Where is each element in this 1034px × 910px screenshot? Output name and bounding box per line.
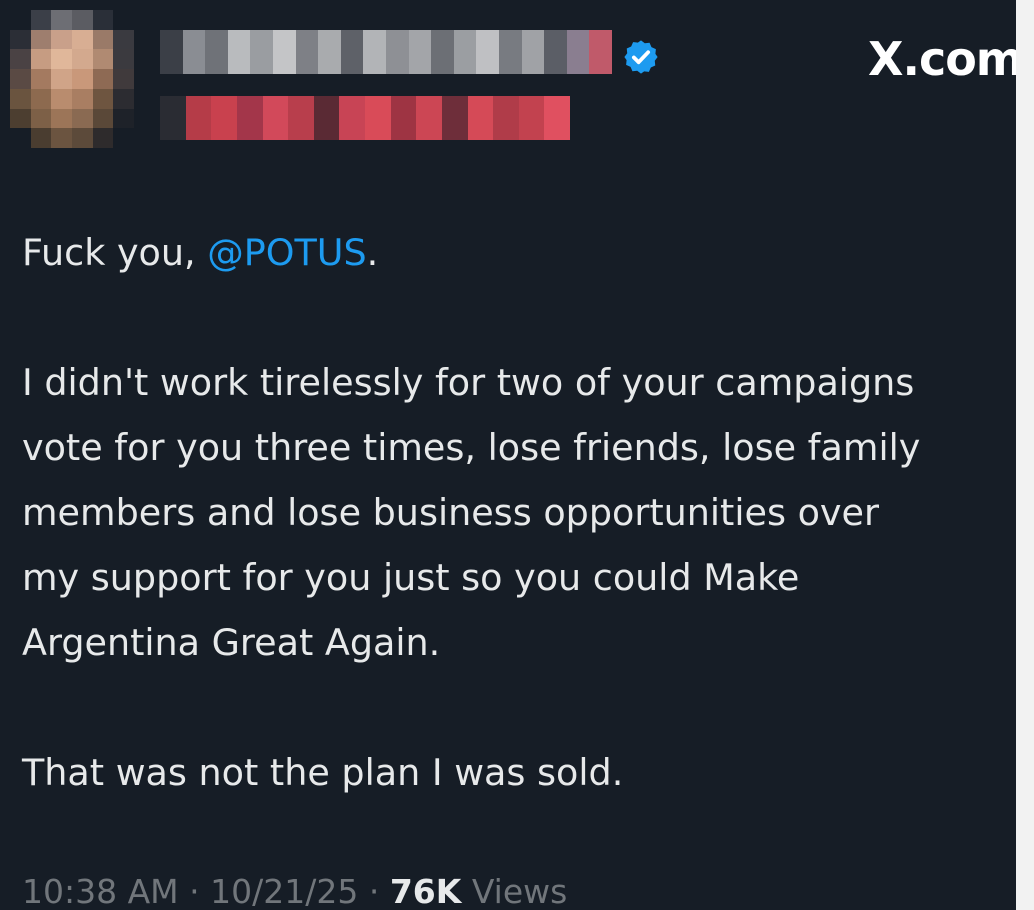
views-label: Views [461, 872, 568, 910]
screenshot-edge [1016, 0, 1034, 910]
tweet-line: vote for you three times, lose friends, … [22, 426, 921, 469]
mention-link[interactable]: @POTUS [207, 231, 366, 274]
tweet-body: Fuck you, @POTUS. I didn't work tireless… [22, 220, 1016, 805]
meta-separator: · [178, 872, 211, 910]
tweet-line: I didn't work tirelessly for two of your… [22, 361, 915, 404]
site-brand-label: X.com [868, 32, 1016, 86]
tweet-line: my support for you just so you could Mak… [22, 556, 800, 599]
views-count[interactable]: 76K [390, 872, 462, 910]
tweet-date[interactable]: 10/21/25 [210, 872, 358, 910]
tweet-line: Argentina Great Again. [22, 621, 441, 664]
meta-separator: · [358, 872, 390, 910]
verified-badge-icon [624, 40, 658, 74]
tweet-meta: 10:38 AM · 10/21/25 · 76K Views [22, 872, 567, 910]
tweet-time[interactable]: 10:38 AM [22, 872, 179, 910]
tweet-line: That was not the plan I was sold. [22, 751, 624, 794]
tweet-line: Fuck you, @POTUS. [22, 231, 379, 274]
tweet-card: X.com Fuck you, @POTUS. I didn't work ti… [0, 0, 1016, 910]
avatar[interactable] [10, 10, 134, 148]
user-handle-obscured[interactable] [160, 96, 570, 140]
tweet-line: members and lose business opportunities … [22, 491, 879, 534]
display-name-obscured[interactable] [160, 30, 612, 74]
